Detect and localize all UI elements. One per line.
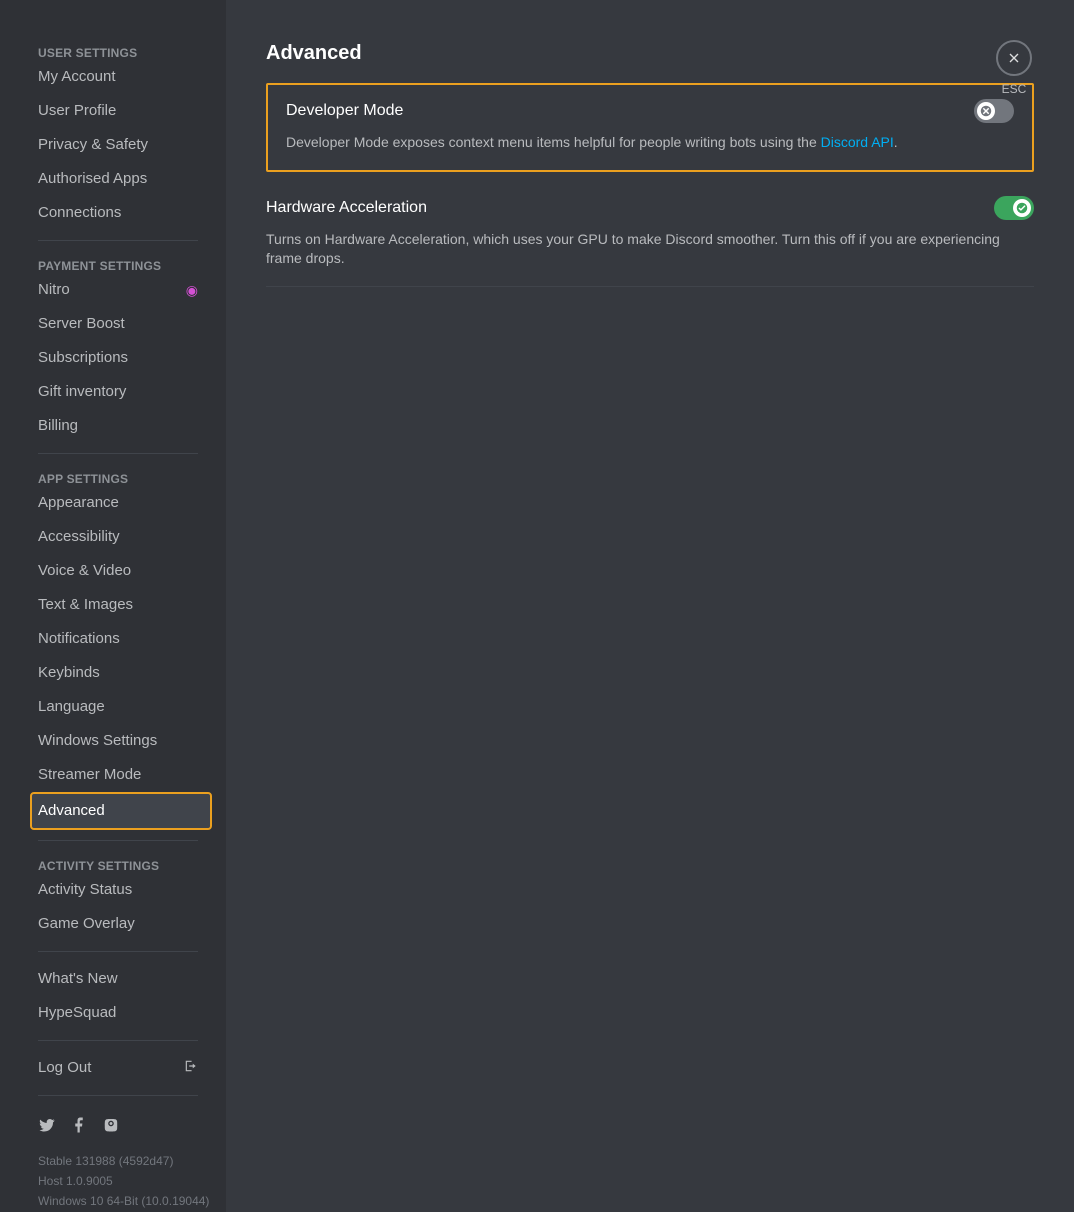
toggle-knob — [1013, 199, 1031, 217]
sidebar-item-server-boost[interactable]: Server Boost — [10, 307, 216, 341]
sidebar-item-label: Text & Images — [38, 595, 133, 615]
sidebar-item-label: Language — [38, 697, 105, 717]
sidebar-item-label: Billing — [38, 416, 78, 436]
logout-icon — [184, 1058, 198, 1078]
setting-description: Turns on Hardware Acceleration, which us… — [266, 230, 1034, 268]
setting-developer-mode: Developer Mode Developer Mode exposes co… — [266, 83, 1034, 172]
sidebar-item-subscriptions[interactable]: Subscriptions — [10, 341, 216, 375]
sidebar-item-label: Accessibility — [38, 527, 120, 547]
sidebar-item-label: User Profile — [38, 101, 116, 121]
sidebar-item-gift-inventory[interactable]: Gift inventory — [10, 375, 216, 409]
sidebar-header-app-settings: App Settings — [10, 464, 216, 486]
divider — [38, 240, 198, 241]
divider — [38, 840, 198, 841]
discord-api-link[interactable]: Discord API — [821, 134, 894, 150]
sidebar-item-label: My Account — [38, 67, 116, 87]
sidebar-item-billing[interactable]: Billing — [10, 409, 216, 443]
sidebar-item-connections[interactable]: Connections — [10, 196, 216, 230]
sidebar-item-label: Authorised Apps — [38, 169, 147, 189]
sidebar-item-label: Voice & Video — [38, 561, 131, 581]
sidebar-header-user-settings: User Settings — [10, 38, 216, 60]
sidebar-item-label: Connections — [38, 203, 121, 223]
sidebar-item-logout[interactable]: Log Out — [10, 1051, 216, 1085]
sidebar-item-text-images[interactable]: Text & Images — [10, 588, 216, 622]
sidebar-item-label: Appearance — [38, 493, 119, 513]
sidebar-item-my-account[interactable]: My Account — [10, 60, 216, 94]
sidebar-item-label: Streamer Mode — [38, 765, 141, 785]
sidebar-item-label: Keybinds — [38, 663, 100, 683]
sidebar-item-streamer-mode[interactable]: Streamer Mode — [10, 758, 216, 792]
sidebar-item-language[interactable]: Language — [10, 690, 216, 724]
close-button[interactable]: ESC — [996, 40, 1032, 96]
setting-title: Developer Mode — [286, 102, 403, 120]
sidebar-item-accessibility[interactable]: Accessibility — [10, 520, 216, 554]
setting-hardware-acceleration: Hardware Acceleration Turns on Hardware … — [266, 182, 1034, 287]
toggle-developer-mode[interactable] — [974, 99, 1014, 123]
sidebar-item-label: Windows Settings — [38, 731, 157, 751]
instagram-icon[interactable] — [102, 1116, 120, 1139]
sidebar-item-keybinds[interactable]: Keybinds — [10, 656, 216, 690]
sidebar-item-privacy-safety[interactable]: Privacy & Safety — [10, 128, 216, 162]
facebook-icon[interactable] — [70, 1116, 88, 1139]
toggle-hardware-acceleration[interactable] — [994, 196, 1034, 220]
sidebar-item-label: Privacy & Safety — [38, 135, 148, 155]
version-line-2: Host 1.0.9005 — [10, 1169, 216, 1189]
setting-title: Hardware Acceleration — [266, 199, 427, 217]
sidebar-item-label: Subscriptions — [38, 348, 128, 368]
version-line-3: Windows 10 64-Bit (10.0.19044) — [10, 1189, 216, 1209]
close-label: ESC — [996, 82, 1032, 96]
sidebar-item-voice-video[interactable]: Voice & Video — [10, 554, 216, 588]
sidebar-header-payment-settings: Payment Settings — [10, 251, 216, 273]
toggle-knob — [977, 102, 995, 120]
sidebar-item-windows-settings[interactable]: Windows Settings — [10, 724, 216, 758]
sidebar-item-label: Advanced — [38, 801, 105, 821]
main-content: Advanced Developer Mode Developer Mode e… — [226, 0, 1074, 1212]
divider — [38, 1095, 198, 1096]
close-icon — [996, 40, 1032, 76]
divider — [38, 951, 198, 952]
sidebar-item-label: Activity Status — [38, 880, 132, 900]
twitter-icon[interactable] — [38, 1116, 56, 1139]
sidebar-item-user-profile[interactable]: User Profile — [10, 94, 216, 128]
sidebar-item-game-overlay[interactable]: Game Overlay — [10, 907, 216, 941]
setting-description: Developer Mode exposes context menu item… — [286, 133, 1014, 152]
sidebar-item-label: HypeSquad — [38, 1003, 116, 1023]
sidebar-item-label: Game Overlay — [38, 914, 135, 934]
sidebar-item-activity-status[interactable]: Activity Status — [10, 873, 216, 907]
sidebar-item-advanced[interactable]: Advanced — [30, 792, 212, 830]
sidebar-item-hypesquad[interactable]: HypeSquad — [10, 996, 216, 1030]
sidebar-item-label: Log Out — [38, 1058, 91, 1078]
sidebar-item-label: Server Boost — [38, 314, 125, 334]
sidebar-item-label: What's New — [38, 969, 118, 989]
social-links — [10, 1106, 216, 1149]
sidebar-item-whats-new[interactable]: What's New — [10, 962, 216, 996]
settings-sidebar: User Settings My Account User Profile Pr… — [0, 0, 226, 1212]
sidebar-item-label: Gift inventory — [38, 382, 126, 402]
sidebar-item-notifications[interactable]: Notifications — [10, 622, 216, 656]
divider — [38, 1040, 198, 1041]
sidebar-item-appearance[interactable]: Appearance — [10, 486, 216, 520]
divider — [38, 453, 198, 454]
sidebar-item-label: Nitro — [38, 280, 70, 300]
sidebar-item-authorised-apps[interactable]: Authorised Apps — [10, 162, 216, 196]
nitro-icon: ◉ — [186, 280, 198, 300]
sidebar-item-nitro[interactable]: Nitro ◉ — [10, 273, 216, 307]
sidebar-header-activity-settings: Activity Settings — [10, 851, 216, 873]
version-line-1: Stable 131988 (4592d47) — [10, 1149, 216, 1169]
page-title: Advanced — [266, 42, 1034, 65]
sidebar-item-label: Notifications — [38, 629, 120, 649]
